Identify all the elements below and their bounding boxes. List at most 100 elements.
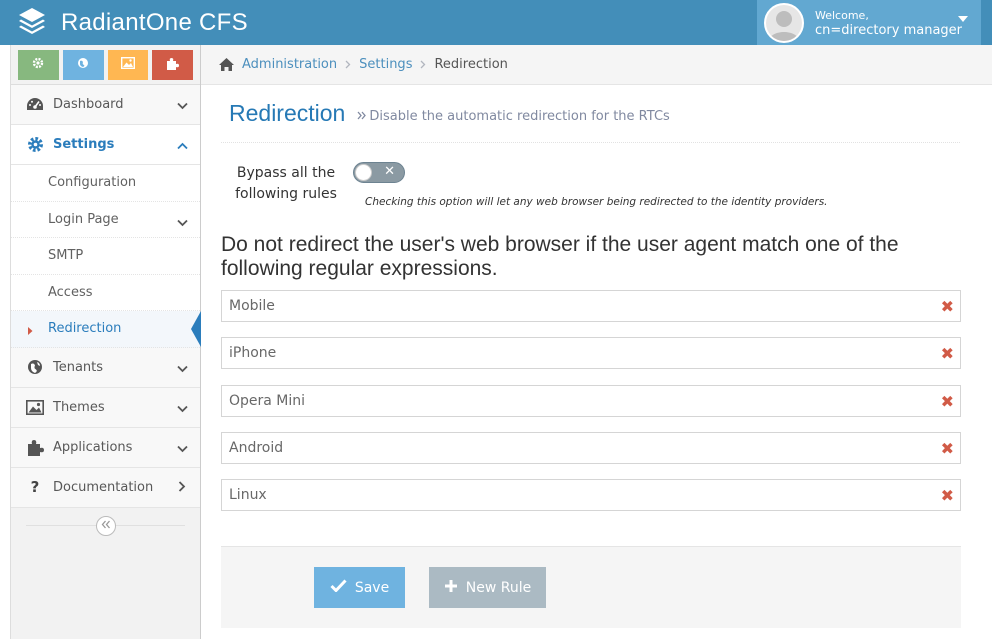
chevron-down-icon	[177, 442, 188, 457]
sidebar-item-label: Documentation	[53, 479, 154, 495]
bypass-help-text: Checking this option will let any web br…	[365, 196, 828, 208]
puzzle-icon	[24, 439, 46, 456]
save-button-label: Save	[354, 579, 390, 596]
page-title: Redirection	[229, 100, 346, 126]
delete-rule-icon[interactable]: ✖	[941, 486, 954, 505]
delete-rule-icon[interactable]: ✖	[941, 297, 954, 316]
chevron-up-icon	[177, 139, 188, 154]
sidebar-subitem-label: SMTP	[48, 248, 84, 264]
gear-icon	[24, 136, 46, 153]
chevron-right-icon	[178, 480, 186, 496]
new-rule-button-label: New Rule	[465, 579, 532, 596]
toggle-knob	[355, 164, 372, 181]
sidebar-subitem-configuration[interactable]: Configuration	[11, 165, 200, 202]
shortcut-tenants-button[interactable]	[62, 50, 104, 80]
rule-field[interactable]: Linux ✖	[221, 479, 961, 511]
rule-value[interactable]: Linux	[229, 487, 267, 503]
welcome-text: Welcome,	[815, 8, 869, 22]
chevron-down-icon	[177, 402, 188, 417]
app-title: RadiantOne CFS	[61, 9, 248, 36]
sidebar-subitem-label: Configuration	[48, 175, 137, 191]
rule-value[interactable]: Mobile	[229, 298, 275, 314]
top-navbar: RadiantOne CFS Welcome, cn=directory man…	[0, 0, 992, 45]
brand[interactable]: RadiantOne CFS	[17, 6, 248, 40]
form-actions: Save New Rule	[221, 546, 961, 628]
rule-field[interactable]: Opera Mini ✖	[221, 385, 961, 417]
check-icon	[330, 579, 347, 596]
avatar	[764, 2, 804, 43]
bypass-rules-toggle[interactable]: ✕	[353, 162, 405, 183]
sidebar-subitem-smtp[interactable]: SMTP	[11, 238, 200, 275]
sidebar-subitem-label: Access	[48, 284, 93, 300]
rule-field[interactable]: Mobile ✖	[221, 290, 961, 322]
shortcut-settings-button[interactable]	[18, 50, 59, 80]
layers-icon	[17, 6, 47, 40]
save-button[interactable]: Save	[314, 567, 405, 608]
globe-icon	[77, 57, 89, 73]
breadcrumb-settings-link[interactable]: Settings	[359, 57, 412, 72]
breadcrumb: Administration Settings Redirection	[201, 45, 992, 85]
sidebar-item-label: Tenants	[53, 359, 104, 375]
caret-right-icon	[28, 324, 33, 339]
home-icon[interactable]	[218, 57, 235, 72]
chevron-down-icon	[177, 99, 188, 114]
sidebar-item-label: Settings	[53, 137, 115, 152]
close-icon: ✕	[384, 164, 395, 179]
picture-icon	[24, 399, 46, 415]
sidebar-item-dashboard[interactable]: Dashboard	[11, 85, 200, 125]
sidebar-item-label: Applications	[53, 439, 133, 455]
chevron-down-icon	[177, 216, 188, 231]
rule-value[interactable]: iPhone	[229, 345, 276, 361]
sidebar-subitem-label: Redirection	[48, 321, 122, 337]
user-name: cn=directory manager	[815, 22, 962, 38]
sidebar-subitem-redirection[interactable]: Redirection	[11, 311, 201, 351]
delete-rule-icon[interactable]: ✖	[941, 392, 954, 411]
globe-icon	[24, 359, 46, 375]
chevron-right-icon	[345, 58, 351, 72]
chevron-down-icon	[177, 362, 188, 377]
double-chevron-left-icon	[101, 519, 111, 532]
sidebar-item-tenants[interactable]: Tenants	[11, 347, 200, 388]
breadcrumb-administration-link[interactable]: Administration	[242, 57, 337, 72]
sidebar-item-label: Dashboard	[53, 97, 124, 112]
rule-value[interactable]: Opera Mini	[229, 393, 305, 409]
breadcrumb-current: Redirection	[434, 57, 508, 72]
bypass-rules-label: Bypass all the following rules	[235, 165, 337, 202]
delete-rule-icon[interactable]: ✖	[941, 439, 954, 458]
active-indicator	[191, 311, 201, 351]
sidebar-collapse-button[interactable]	[95, 515, 116, 536]
plus-icon	[444, 579, 458, 597]
user-menu[interactable]: Welcome, cn=directory manager	[757, 0, 981, 45]
sidebar-collapse-bar	[11, 511, 200, 541]
caret-down-icon	[958, 16, 968, 22]
rule-field[interactable]: Android ✖	[221, 432, 961, 464]
sidebar-item-applications[interactable]: Applications	[11, 427, 200, 468]
sidebar-subitem-login-page[interactable]: Login Page	[11, 201, 200, 238]
shortcut-themes-button[interactable]	[107, 50, 149, 80]
sidebar-subitem-access[interactable]: Access	[11, 274, 200, 311]
puzzle-icon	[166, 57, 180, 74]
new-rule-button[interactable]: New Rule	[429, 567, 546, 608]
main-content: Redirection Disable the automatic redire…	[201, 85, 992, 639]
sidebar-item-documentation[interactable]: ? Documentation	[11, 467, 200, 508]
rules-heading: Do not redirect the user's web browser i…	[221, 233, 899, 280]
picture-icon	[120, 56, 135, 73]
sidebar-shortcuts	[11, 45, 200, 85]
sidebar-item-settings[interactable]: Settings	[11, 125, 200, 165]
page-header: Redirection Disable the automatic redire…	[221, 85, 960, 143]
sidebar-item-label: Themes	[53, 399, 105, 415]
dashboard-icon	[24, 97, 46, 113]
chevron-right-icon	[420, 58, 426, 72]
page-subtitle: Disable the automatic redirection for th…	[357, 109, 670, 124]
gear-icon	[32, 57, 44, 73]
delete-rule-icon[interactable]: ✖	[941, 344, 954, 363]
page-subtitle-text: Disable the automatic redirection for th…	[369, 109, 670, 124]
rule-value[interactable]: Android	[229, 440, 283, 456]
sidebar-item-themes[interactable]: Themes	[11, 387, 200, 428]
rule-field[interactable]: iPhone ✖	[221, 337, 961, 369]
double-chevron-right-icon	[357, 109, 367, 124]
shortcut-applications-button[interactable]	[152, 50, 193, 80]
question-icon: ?	[30, 478, 40, 496]
sidebar-subitem-label: Login Page	[48, 211, 119, 227]
sidebar: Dashboard Settings Configuration Login P…	[10, 45, 201, 639]
